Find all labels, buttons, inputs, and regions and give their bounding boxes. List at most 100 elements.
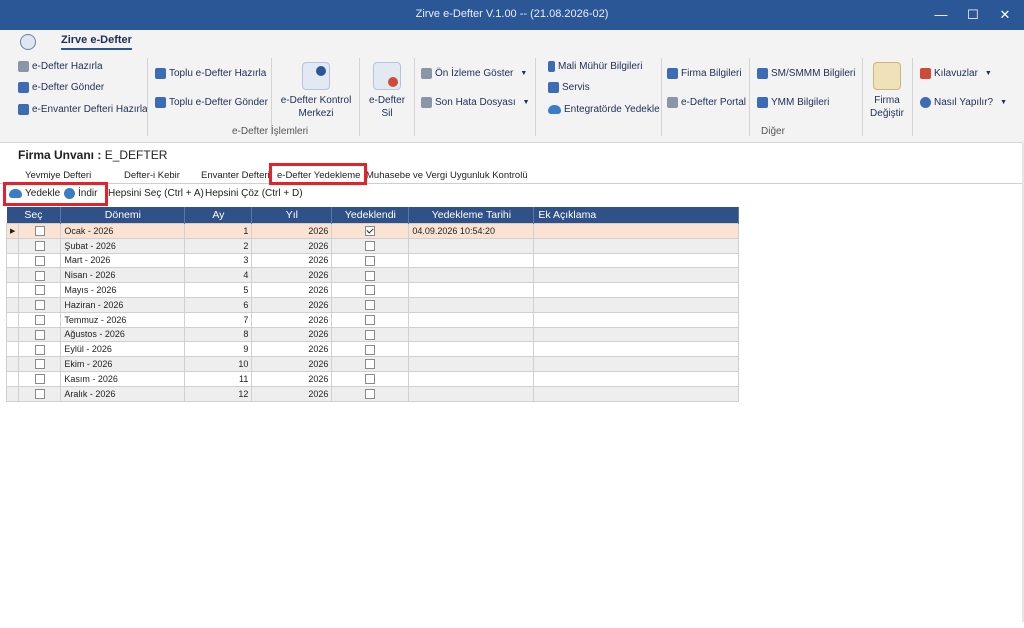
col-yedekleme-tarihi[interactable]: Yedekleme Tarihi — [408, 207, 535, 224]
chevron-down-icon: ▼ — [1000, 99, 1008, 106]
select-checkbox[interactable] — [34, 285, 45, 296]
tab-envanter[interactable]: Envanter Defteri — [201, 170, 270, 181]
toplu-gonder-button[interactable]: Toplu e-Defter Gönder — [155, 97, 268, 108]
envanter-hazirla-button[interactable]: e-Envanter Defteri Hazırla — [18, 104, 148, 115]
highlight-tab-yedekleme — [269, 163, 367, 185]
hazirla-button[interactable]: e-Defter Hazırla — [18, 61, 103, 72]
table-row[interactable]: ▶ Ocak - 2026 1 2026 04.09.2026 10:54:20 — [5, 223, 740, 239]
aciklama-cell[interactable] — [533, 282, 740, 298]
row-select-cell[interactable] — [18, 341, 62, 358]
close-button[interactable]: ✕ — [988, 0, 1022, 30]
aciklama-cell[interactable] — [533, 223, 740, 239]
aciklama-cell[interactable] — [533, 267, 740, 284]
firma-bilgileri-button[interactable]: Firma Bilgileri — [667, 68, 742, 79]
gonder-button[interactable]: e-Defter Gönder — [18, 82, 104, 93]
col-yil[interactable]: Yıl — [251, 207, 333, 224]
table-row[interactable]: Mayıs - 2026 5 2026 — [5, 282, 740, 298]
select-checkbox[interactable] — [34, 226, 45, 237]
aciklama-cell[interactable] — [533, 370, 740, 387]
row-select-cell[interactable] — [18, 267, 62, 284]
son-hata-dropdown[interactable]: Son Hata Dosyası ▼ — [421, 97, 530, 108]
nasil-yapilir-dropdown[interactable]: Nasıl Yapılır? ▼ — [920, 97, 1007, 108]
yil-cell: 2026 — [251, 252, 333, 269]
yil-cell: 2026 — [251, 282, 333, 298]
tab-kebir[interactable]: Defter-i Kebir — [124, 170, 180, 181]
firma-degistir-button[interactable]: Firma Değiştir — [866, 62, 908, 120]
row-select-cell[interactable] — [18, 296, 62, 313]
cloud-icon — [548, 105, 561, 114]
select-checkbox[interactable] — [34, 314, 45, 325]
aciklama-cell[interactable] — [533, 341, 740, 358]
portal-button[interactable]: e-Defter Portal — [667, 97, 746, 108]
tarih-cell — [408, 237, 535, 254]
row-select-cell[interactable] — [18, 252, 62, 269]
table-row[interactable]: Aralık - 2026 12 2026 — [5, 385, 740, 402]
on-izleme-dropdown[interactable]: Ön İzleme Göster ▼ — [421, 68, 527, 79]
maximize-button[interactable]: ☐ — [956, 0, 990, 30]
ribbon-tab-zirve[interactable]: Zirve e-Defter — [61, 34, 132, 50]
table-row[interactable]: Ağustos - 2026 8 2026 — [5, 326, 740, 343]
row-select-cell[interactable] — [18, 223, 62, 239]
row-select-cell[interactable] — [18, 237, 62, 254]
table-row[interactable]: Şubat - 2026 2 2026 — [5, 237, 740, 254]
aciklama-cell[interactable] — [533, 252, 740, 269]
row-indicator — [5, 311, 20, 328]
table-row[interactable]: Haziran - 2026 6 2026 — [5, 296, 740, 313]
tab-yevmiye[interactable]: Yevmiye Defteri — [25, 170, 91, 181]
separator — [414, 58, 415, 136]
row-select-cell[interactable] — [18, 311, 62, 328]
col-ay[interactable]: Ay — [184, 207, 253, 224]
donem-cell: Haziran - 2026 — [60, 296, 186, 313]
kontrol-merkezi-button[interactable]: e-Defter Kontrol Merkezi — [278, 62, 354, 120]
aciklama-cell[interactable] — [533, 385, 740, 402]
select-checkbox[interactable] — [34, 241, 45, 251]
table-row[interactable]: Kasım - 2026 11 2026 — [5, 370, 740, 387]
mali-muhur-button[interactable]: Mali Mühür Bilgileri — [548, 61, 642, 72]
aciklama-cell[interactable] — [533, 326, 740, 343]
row-indicator — [5, 356, 20, 372]
minimize-button[interactable]: — — [924, 0, 958, 30]
aciklama-cell[interactable] — [533, 356, 740, 372]
select-checkbox[interactable] — [34, 388, 45, 399]
table-row[interactable]: Ekim - 2026 10 2026 — [5, 356, 740, 372]
col-donemi[interactable]: Dönemi — [60, 207, 186, 224]
hepsini-sec-button[interactable]: Hepsini Seç (Ctrl + A) — [108, 188, 204, 199]
table-row[interactable]: Mart - 2026 3 2026 — [5, 252, 740, 269]
select-checkbox[interactable] — [34, 255, 45, 266]
aciklama-cell[interactable] — [533, 237, 740, 254]
hepsini-coz-button[interactable]: Hepsini Çöz (Ctrl + D) — [205, 188, 303, 199]
row-select-cell[interactable] — [18, 356, 62, 372]
row-select-cell[interactable] — [18, 370, 62, 387]
servis-button[interactable]: Servis — [548, 82, 590, 93]
tarih-cell — [408, 282, 535, 298]
tab-uygunluk[interactable]: Muhasebe ve Vergi Uygunluk Kontrolü — [366, 170, 528, 181]
select-checkbox[interactable] — [34, 344, 45, 355]
kilavuzlar-dropdown[interactable]: Kılavuzlar ▼ — [920, 68, 992, 79]
table-row[interactable]: Temmuz - 2026 7 2026 — [5, 311, 740, 328]
smmm-bilgileri-button[interactable]: SM/SMMM Bilgileri — [757, 68, 855, 79]
select-checkbox[interactable] — [34, 300, 45, 311]
aciklama-cell[interactable] — [533, 296, 740, 313]
table-row[interactable]: Eylül - 2026 9 2026 — [5, 341, 740, 358]
select-checkbox[interactable] — [34, 374, 45, 385]
row-select-cell[interactable] — [18, 385, 62, 402]
select-checkbox[interactable] — [34, 359, 45, 370]
select-checkbox[interactable] — [34, 329, 45, 340]
col-sec[interactable]: Seç — [6, 207, 62, 224]
ay-cell: 10 — [184, 356, 253, 372]
col-ek-aciklama[interactable]: Ek Açıklama — [533, 207, 740, 224]
yedeklendi-checkbox — [365, 329, 376, 340]
entegrator-yedekle-button[interactable]: Entegratörde Yedekle — [548, 104, 660, 115]
col-yedeklendi[interactable]: Yedeklendi — [331, 207, 410, 224]
yil-cell: 2026 — [251, 326, 333, 343]
separator — [359, 58, 360, 136]
row-indicator — [5, 252, 20, 269]
row-select-cell[interactable] — [18, 326, 62, 343]
table-row[interactable]: Nisan - 2026 4 2026 — [5, 267, 740, 284]
toplu-hazirla-button[interactable]: Toplu e-Defter Hazırla — [155, 68, 266, 79]
ymm-bilgileri-button[interactable]: YMM Bilgileri — [757, 97, 829, 108]
defter-sil-button[interactable]: e-Defter Sil — [364, 62, 410, 120]
aciklama-cell[interactable] — [533, 311, 740, 328]
select-checkbox[interactable] — [34, 270, 45, 281]
row-select-cell[interactable] — [18, 282, 62, 298]
